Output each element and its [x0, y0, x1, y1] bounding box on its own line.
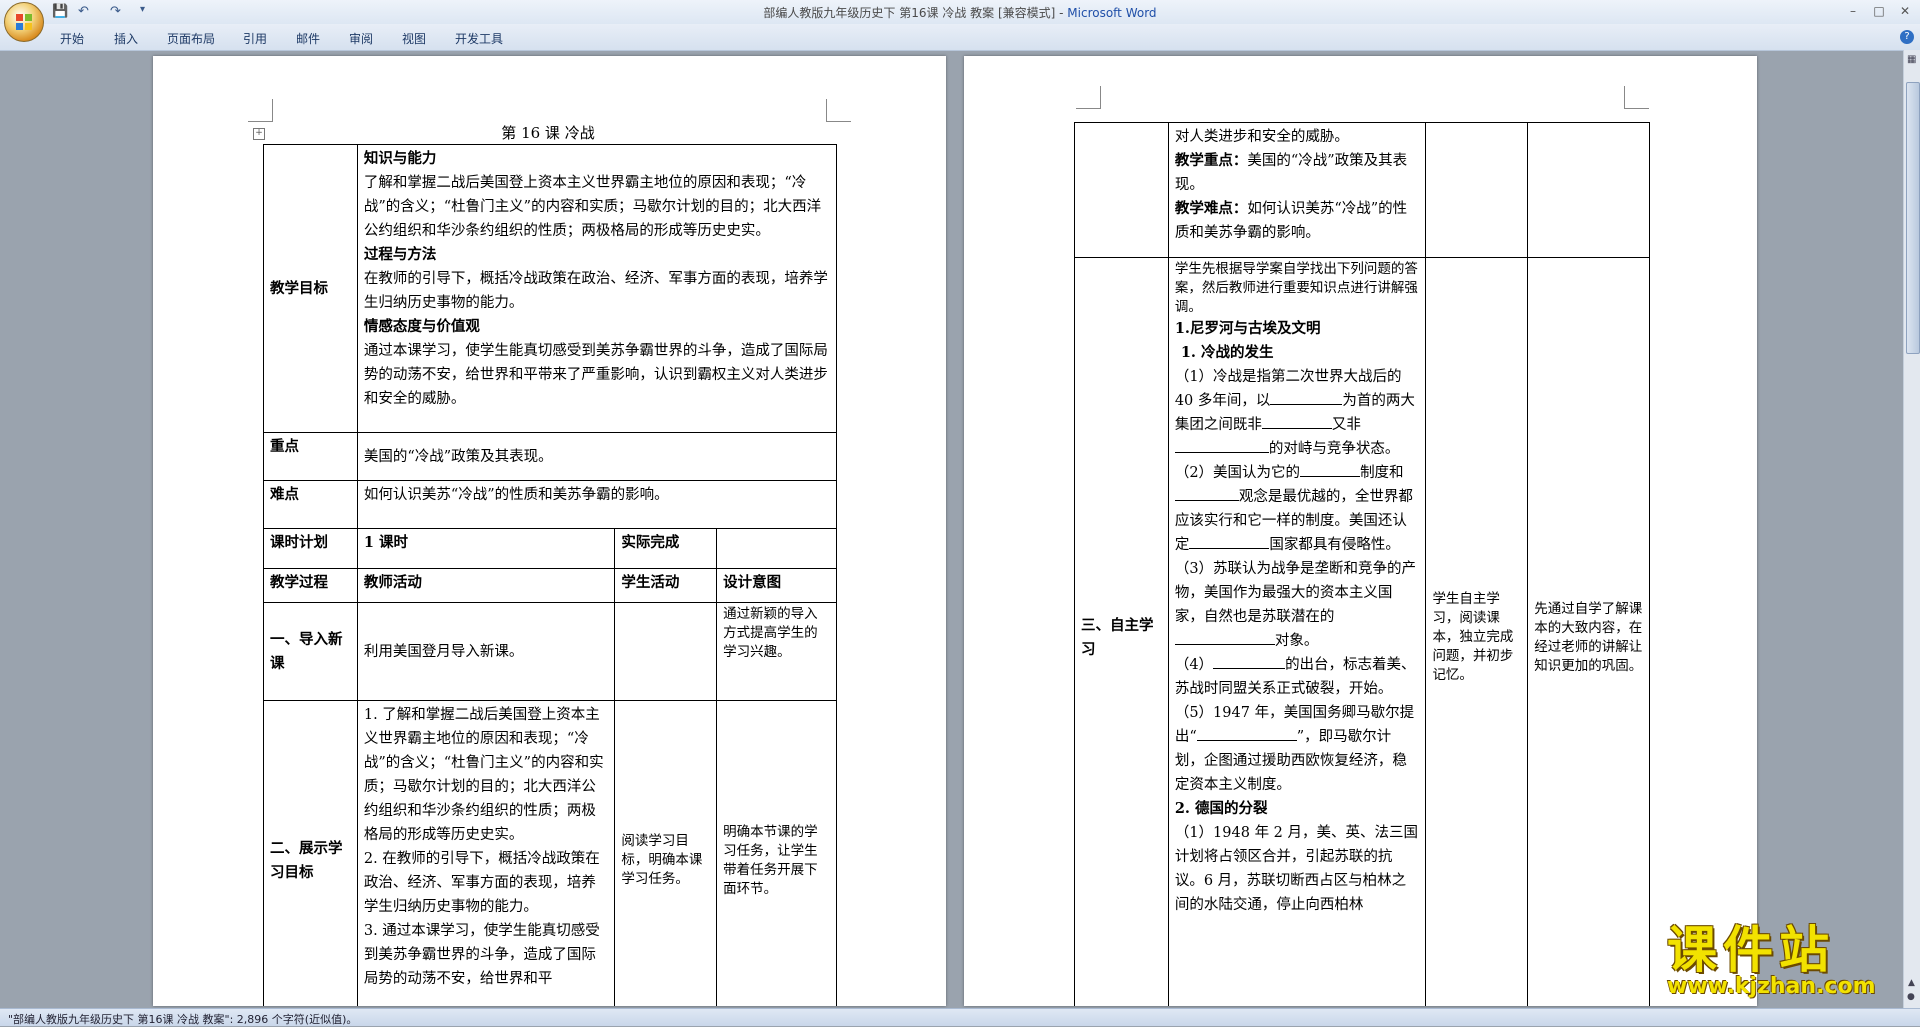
scrollbar-thumb[interactable]	[1906, 82, 1920, 354]
key-point-text[interactable]: 美国的“冷战”政策及其表现。	[356, 432, 838, 481]
design-intent[interactable]	[1527, 122, 1650, 258]
lesson-plan-table-continued: 对人类进步和安全的威胁。 教学重点：美国的“冷战”政策及其表现。 教学难点：如何…	[1074, 122, 1650, 1006]
redo-icon[interactable]: ↷	[110, 4, 121, 19]
minimize-button[interactable]: –	[1840, 3, 1866, 19]
teacher-activity[interactable]: 对人类进步和安全的威胁。 教学重点：美国的“冷战”政策及其表现。 教学难点：如何…	[1167, 122, 1427, 258]
title-bar: 部编人教版九年级历史下 第16课 冷战 教案 [兼容模式] - Microsof…	[0, 0, 1920, 24]
objective-heading: 知识与能力	[363, 150, 437, 167]
objectives-cell[interactable]: 知识与能力 了解和掌握二战后美国登上资本主义世界霸主地位的原因和表现；“冷战”的…	[356, 144, 838, 433]
schedule-label: 课时计划	[263, 528, 358, 569]
window-title: 部编人教版九年级历史下 第16课 冷战 教案 [兼容模式] - Microsof…	[763, 6, 1157, 20]
section-subheading: 1. 冷战的发生	[1180, 344, 1274, 361]
question-6: （1）1948 年 2 月，美、英、法三国计划将占领区合并，引起苏联的抗议。6 …	[1174, 825, 1419, 913]
section-heading: 1.尼罗河与古埃及文明	[1174, 320, 1321, 337]
document-page-2[interactable]: 对人类进步和安全的威胁。 教学重点：美国的“冷战”政策及其表现。 教学难点：如何…	[964, 56, 1757, 1006]
teacher-activity[interactable]: 1. 了解和掌握二战后美国登上资本主义世界霸主地位的原因和表现；“冷战”的含义；…	[356, 700, 616, 1006]
stage-label: 三、自主学习	[1074, 257, 1169, 1006]
student-header: 学生活动	[614, 568, 718, 603]
objectives-label: 教学目标	[263, 144, 358, 433]
document-page-1[interactable]: + 第 16 课 冷战 教学目标 知识与能力 了解和掌握二战后美国登上资本主义世…	[153, 56, 946, 1006]
student-activity[interactable]	[1425, 122, 1529, 258]
help-icon[interactable]: ?	[1900, 30, 1914, 44]
ribbon-tab-bar: 开始 插入 页面布局 引用 邮件 审阅 视图 开发工具 ?	[0, 24, 1920, 51]
ruler-toggle-icon[interactable]: ▦	[1907, 54, 1916, 65]
objective-heading: 过程与方法	[363, 246, 437, 263]
intro-text: 学生先根据导学案自学找出下列问题的答案，然后教师进行重要知识点进行讲解强调。	[1174, 261, 1418, 315]
goal-item: 2. 在教师的引导下，概括冷战政策在政治、经济、军事方面的表现，培养学生归纳历史…	[363, 851, 600, 915]
difficulty-label: 教学难点：	[1174, 200, 1248, 217]
design-intent[interactable]: 先通过自学了解课本的大致内容，在经过老师的讲解让知识更加的巩固。	[1527, 257, 1650, 1006]
lesson-heading: 第 16 课 冷战	[501, 124, 595, 142]
watermark-title: 课件站	[1667, 921, 1835, 979]
question-5: （5）1947 年，美国国务卿马歇尔提出“ ”，即马歇尔计划，企图通过援助西欧恢复…	[1174, 705, 1415, 793]
difficulty-label: 难点	[263, 480, 358, 529]
stage-cell	[1074, 122, 1169, 258]
design-intent[interactable]: 明确本节课的学习任务，让学生带着任务开展下面环节。	[716, 700, 837, 1006]
difficulty-text[interactable]: 如何认识美苏“冷战”的性质和美苏争霸的影响。	[356, 480, 838, 529]
student-activity[interactable]: 学生自主学习，阅读课本，独立完成问题，并初步记忆。	[1425, 257, 1529, 1006]
question-1: （1）冷战是指第二次世界大战后的 40 多年间，以 为首的两大集团之间既非 又非的对…	[1174, 369, 1415, 457]
browse-object-icon[interactable]: ●	[1907, 992, 1915, 1002]
student-activity[interactable]: 阅读学习目标，明确本课学习任务。	[614, 700, 718, 1006]
continued-text: 对人类进步和安全的威胁。	[1174, 129, 1349, 145]
objective-text: 通过本课学习，使学生能真切感受到美苏争霸世界的斗争，造成了国际局势的动荡不安，给…	[363, 343, 828, 407]
previous-page-icon[interactable]: ▲	[1908, 978, 1915, 988]
intent-header: 设计意图	[716, 568, 837, 603]
goal-item: 1. 了解和掌握二战后美国登上资本主义世界霸主地位的原因和表现；“冷战”的含义；…	[363, 707, 604, 843]
tab-mailings[interactable]: 邮件	[296, 30, 320, 47]
crop-mark	[1076, 86, 1101, 109]
teacher-activity[interactable]: 学生先根据导学案自学找出下列问题的答案，然后教师进行重要知识点进行讲解强调。 1…	[1167, 257, 1427, 1006]
crop-mark	[248, 99, 273, 122]
schedule-value[interactable]: 1 课时	[356, 528, 616, 569]
tab-page-layout[interactable]: 页面布局	[167, 30, 215, 47]
crop-mark	[1624, 86, 1649, 109]
save-icon[interactable]: 💾	[52, 4, 68, 19]
teacher-header: 教师活动	[356, 568, 616, 603]
goal-item: 3. 通过本课学习，使学生能真切感受到美苏争霸世界的斗争，造成了国际局势的动荡不…	[363, 923, 600, 987]
customize-toolbar-icon[interactable]: ▾	[140, 4, 145, 15]
objective-text: 了解和掌握二战后美国登上资本主义世界霸主地位的原因和表现；“冷战”的含义；“杜鲁…	[363, 175, 822, 239]
actual-label: 实际完成	[614, 528, 718, 569]
office-button[interactable]	[4, 2, 44, 42]
crop-mark	[826, 99, 851, 122]
watermark-url: www.kjzhan.com	[1667, 974, 1876, 999]
tab-developer[interactable]: 开发工具	[455, 30, 503, 47]
maximize-button[interactable]: □	[1866, 3, 1892, 19]
section-heading: 2. 德国的分裂	[1174, 800, 1268, 817]
vertical-scrollbar[interactable]: ▦ ▲ ●	[1903, 50, 1920, 1010]
tab-view[interactable]: 视图	[402, 30, 426, 47]
student-activity[interactable]	[614, 602, 718, 701]
close-button[interactable]: ✕	[1892, 3, 1918, 19]
teacher-activity[interactable]: 利用美国登月导入新课。	[356, 602, 616, 701]
status-bar: "部编人教版九年级历史下 第16课 冷战 教案": 2,896 个字符(近似值)…	[0, 1008, 1920, 1026]
objective-text: 在教师的引导下，概括冷战政策在政治、经济、军事方面的表现，培养学生归纳历史事物的…	[363, 271, 828, 311]
tab-review[interactable]: 审阅	[349, 30, 373, 47]
watermark-logo: 课件站 www.kjzhan.com	[1667, 922, 1907, 1002]
undo-icon[interactable]: ↶	[78, 4, 89, 19]
process-header: 教学过程	[263, 568, 358, 603]
office-logo-icon	[16, 14, 32, 30]
design-intent[interactable]: 通过新颖的导入方式提高学生的学习兴趣。	[716, 602, 837, 701]
key-point-label: 教学重点：	[1174, 152, 1248, 169]
key-point-label: 重点	[263, 432, 358, 481]
question-4: （4） 的出台，标志着美、苏战时同盟关系正式破裂，开始。	[1174, 657, 1416, 697]
lesson-plan-table: 教学目标 知识与能力 了解和掌握二战后美国登上资本主义世界霸主地位的原因和表现；…	[263, 144, 838, 1006]
tab-references[interactable]: 引用	[243, 30, 267, 47]
question-3: （3）苏联认为战争是垄断和竞争的产物，美国作为最强大的资本主义国家，自然也是苏联…	[1174, 561, 1417, 649]
stage-label: 一、导入新课	[263, 602, 358, 701]
stage-label: 二、展示学习目标	[263, 700, 358, 1006]
tab-insert[interactable]: 插入	[114, 30, 138, 47]
question-2: （2）美国认为它的 制度和观念是最优越的，全世界都应该实行和它一样的制度。美国还认…	[1174, 465, 1413, 553]
objective-heading: 情感态度与价值观	[363, 318, 480, 335]
tab-home[interactable]: 开始	[60, 30, 84, 47]
actual-value[interactable]	[716, 528, 837, 569]
